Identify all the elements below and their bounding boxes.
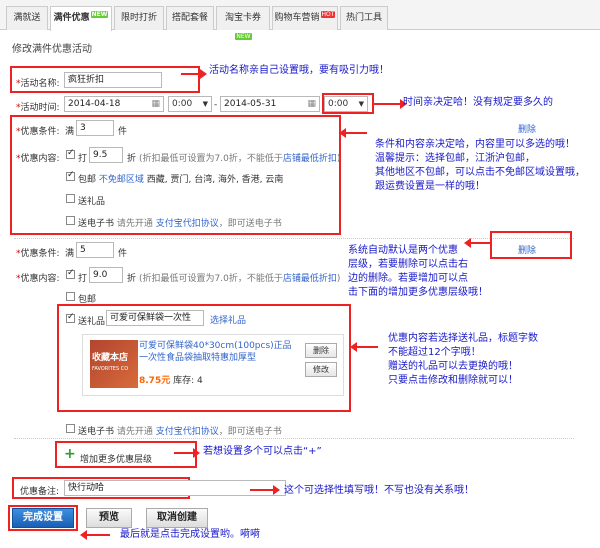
tab-manjianyouhui[interactable]: 满件优惠 NEW bbox=[50, 6, 112, 31]
tier2-delete-link[interactable]: 删除 bbox=[518, 243, 536, 256]
tier2-zhe: 折 bbox=[127, 274, 137, 284]
preview-button[interactable]: 预览 bbox=[86, 508, 132, 528]
start-date-input[interactable]: 2014-04-18 ▦ bbox=[64, 96, 164, 112]
tier1-zhe: 折 bbox=[127, 154, 137, 164]
note-gift: 优惠内容若选择送礼品，标题字数 不能超过12个字哦！ 赠送的礼品可以去更换的哦！… bbox=[388, 333, 538, 386]
gift-price-row: 8.75元 库存: 4 bbox=[139, 376, 203, 386]
note-name: 活动名称亲自己设置哦，要有吸引力哦！ bbox=[209, 65, 389, 76]
chevron-down-icon: ▼ bbox=[202, 100, 208, 108]
tier2-ebook-row: 送电子书 请先开通 支付宝代扣协议，即可送电子书 bbox=[78, 427, 282, 437]
note-tier2: 系统自动默认是两个优惠 层级，若要删除可以点击右 边的删除。若要增加可以点 击下… bbox=[348, 245, 488, 298]
tier1-discount-hint: (折扣最低可设置为7.0折，不能低于店铺最低折扣) bbox=[139, 154, 341, 164]
note-tier1: 条件和内容亲决定哈，内容里可以多选的哦！ 温馨提示：选择包邮，江浙沪包邮， 其他… bbox=[375, 139, 585, 192]
arrow-6 bbox=[174, 448, 200, 458]
tab-dapeitaocan[interactable]: 搭配套餐 bbox=[166, 6, 214, 30]
tier2-baoyou-checkbox[interactable] bbox=[66, 292, 75, 301]
tier2-qty-input[interactable]: 5 bbox=[76, 242, 114, 258]
note-remark: 这个可选择性填写哦！不写也没有关系哦！ bbox=[284, 485, 474, 496]
tier2-man: 满 bbox=[65, 249, 75, 259]
tier2-gift-label: 送礼品 bbox=[78, 317, 106, 327]
tier1-baoyou-row: 包邮 不免邮区域 西藏, 贾门, 台湾, 海外, 香港, 云南 bbox=[78, 175, 284, 185]
tier1-qty-input[interactable]: 3 bbox=[76, 120, 114, 136]
gift-price: 8.75元 bbox=[139, 376, 171, 386]
tier1-jian: 件 bbox=[118, 127, 128, 137]
note-time: 时间亲决定哈！没有规定要多久的 bbox=[403, 97, 553, 108]
tab-remengongju[interactable]: 热门工具 bbox=[340, 6, 388, 30]
tier1-gift-checkbox[interactable] bbox=[66, 194, 75, 203]
time-label: *活动时间: bbox=[16, 103, 60, 113]
hot-badge: HOT bbox=[320, 11, 336, 18]
choose-gift-link[interactable]: 选择礼品 bbox=[210, 313, 246, 326]
arrow-5 bbox=[350, 342, 378, 352]
tab-gouwuche[interactable]: 购物车营销 HOT bbox=[272, 6, 338, 30]
calendar-icon[interactable]: ▦ bbox=[307, 97, 316, 111]
cancel-button[interactable]: 取消创建 bbox=[146, 508, 208, 528]
arrow-2 bbox=[373, 99, 407, 109]
add-tier-link[interactable]: 增加更多优惠层级 bbox=[80, 452, 152, 465]
tier1-ebook-checkbox[interactable] bbox=[66, 216, 75, 225]
tier1-gift-label: 送礼品 bbox=[78, 197, 106, 207]
plus-icon[interactable]: + bbox=[64, 447, 76, 461]
highlight-time bbox=[322, 93, 374, 114]
tier1-ebook-row: 送电子书 请先开通 支付宝代扣协议，即可送电子书 bbox=[78, 219, 282, 229]
arrow-1 bbox=[181, 69, 207, 79]
tier2-jian: 件 bbox=[118, 249, 128, 259]
calendar-icon[interactable]: ▦ bbox=[151, 97, 160, 111]
tab-bar: 满就送 满件优惠 NEW 限时打折 搭配套餐 淘宝卡券NEW 购物车营销 HOT 热… bbox=[0, 0, 600, 40]
tier1-cond-label: *优惠条件: bbox=[16, 127, 60, 137]
gift-product-title[interactable]: 可爱可保鲜袋40*30cm(100pcs)正品一次性食品袋抽取特惠加厚型 bbox=[139, 340, 299, 364]
tier1-discount-input[interactable]: 9.5 bbox=[89, 147, 123, 163]
tier2-discount-hint: (折扣最低可设置为7.0折，不能低于店铺最低折扣) bbox=[139, 274, 341, 284]
tier2-discount-checkbox[interactable] bbox=[66, 268, 75, 279]
tier2-da: 打 bbox=[78, 274, 88, 284]
remark-label: 优惠备注: bbox=[20, 487, 60, 497]
date-dash: - bbox=[214, 100, 218, 110]
tier1-content-label: *优惠内容: bbox=[16, 154, 60, 164]
finish-button[interactable]: 完成设置 bbox=[12, 508, 74, 528]
start-time-select[interactable]: 0:00 ▼ bbox=[168, 96, 212, 112]
new-badge: NEW bbox=[235, 33, 252, 40]
activity-name-input[interactable]: 疯狂折扣 bbox=[64, 72, 162, 88]
gift-stock: 4 bbox=[197, 376, 203, 386]
tier2-content-label: *优惠内容: bbox=[16, 274, 60, 284]
thumb-text: 收藏本店 bbox=[92, 353, 129, 363]
tier2-ebook-checkbox[interactable] bbox=[66, 424, 75, 433]
exempt-region-link[interactable]: 不免邮区域 bbox=[99, 175, 144, 185]
gift-edit-button[interactable]: 修改 bbox=[305, 362, 337, 377]
new-badge: NEW bbox=[90, 11, 109, 18]
tier2-discount-input[interactable]: 9.0 bbox=[89, 267, 123, 283]
tier2-gift-checkbox[interactable] bbox=[66, 312, 75, 323]
tab-xianshidazhe[interactable]: 限时打折 bbox=[114, 6, 164, 30]
tab-taobaokaquan[interactable]: 淘宝卡券NEW bbox=[216, 6, 270, 40]
page-title: 修改满件优惠活动 bbox=[12, 44, 92, 55]
gift-delete-button[interactable]: 删除 bbox=[305, 343, 337, 358]
tab-manjiusong[interactable]: 满就送 bbox=[6, 6, 48, 30]
arrow-3 bbox=[339, 128, 367, 138]
tier1-delete-link[interactable]: 删除 bbox=[518, 122, 536, 135]
tier1-man: 满 bbox=[65, 127, 75, 137]
arrow-8 bbox=[80, 530, 110, 540]
gift-thumbnail: 收藏本店 FAVORITES CO bbox=[90, 340, 138, 388]
remark-input[interactable]: 快行动哈 bbox=[64, 480, 286, 496]
note-finish: 最后就是点击完成设置哟。嗬嗬 bbox=[120, 529, 260, 540]
end-date-input[interactable]: 2014-05-31 ▦ bbox=[220, 96, 320, 112]
note-add: 若想设置多个可以点击“+” bbox=[203, 446, 322, 457]
arrow-7 bbox=[250, 485, 280, 495]
gift-title-input[interactable]: 可爱可保鲜袋一次性 bbox=[106, 310, 204, 326]
tier1-discount-checkbox[interactable] bbox=[66, 148, 75, 159]
separator bbox=[14, 438, 574, 439]
tier1-da: 打 bbox=[78, 154, 88, 164]
tier2-cond-label: *优惠条件: bbox=[16, 249, 60, 259]
tier1-baoyou-checkbox[interactable] bbox=[66, 170, 75, 181]
thumb-sub: FAVORITES CO bbox=[92, 366, 129, 372]
name-label: *活动名称: bbox=[16, 79, 60, 89]
